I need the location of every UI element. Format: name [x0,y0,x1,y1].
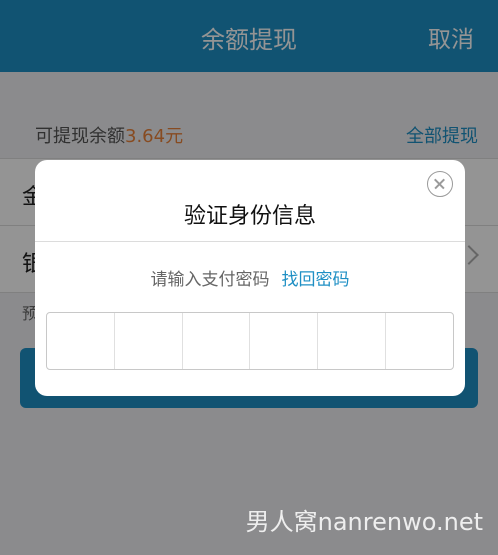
pin-cell[interactable] [183,313,251,369]
watermark: 男人窝nanrenwo.net [245,508,483,536]
pin-cell[interactable] [250,313,319,369]
password-input[interactable] [46,312,454,370]
pin-cell[interactable] [318,313,387,369]
pin-cell[interactable] [115,313,183,369]
pin-cell[interactable] [386,313,453,369]
divider [35,241,465,242]
password-prompt: 请输入支付密码 找回密码 [35,265,465,290]
close-icon[interactable] [427,171,453,197]
pin-cell[interactable] [47,313,115,369]
forgot-password-link[interactable]: 找回密码 [282,270,350,290]
verify-identity-dialog: 验证身份信息 请输入支付密码 找回密码 [35,160,465,396]
withdraw-screen: 余额提现 取消 可提现余额3.64元 全部提现 金 银 预 验证身份信息 请输入… [0,0,498,555]
prompt-text: 请输入支付密码 [150,270,270,290]
dialog-title: 验证身份信息 [183,204,316,229]
